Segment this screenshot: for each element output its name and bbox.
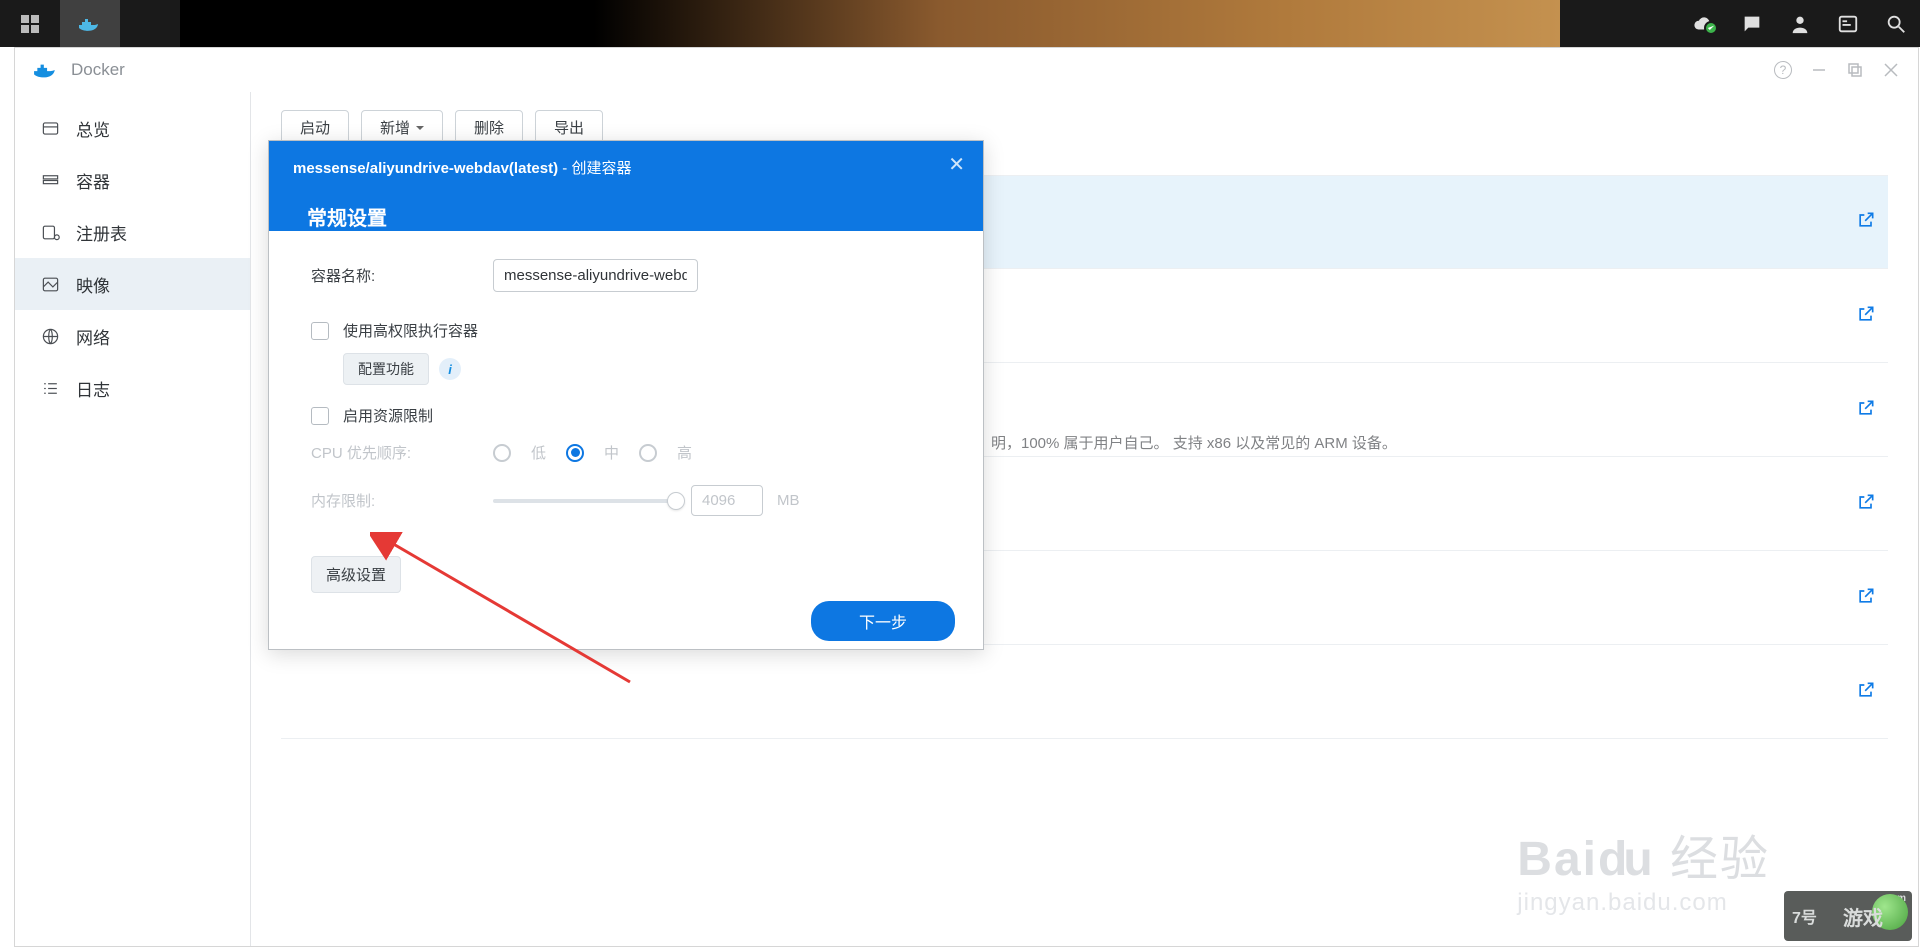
open-external-icon[interactable]: [1856, 680, 1876, 704]
game-watermark: .com 游戏 7号: [1784, 891, 1912, 941]
image-icon: [41, 275, 60, 294]
cpu-radio-mid: [566, 444, 584, 462]
cpu-priority-row: CPU 优先顺序: 低 中 高: [311, 442, 941, 463]
memory-limit-label: 内存限制:: [311, 490, 493, 511]
memory-value-input: [691, 485, 763, 516]
cpu-radio-group: 低 中 高: [493, 442, 692, 463]
sidebar-item-image[interactable]: 映像: [15, 258, 250, 310]
overview-icon: [41, 119, 60, 138]
network-icon: [41, 327, 60, 346]
container-icon: [41, 171, 60, 190]
create-container-dialog: messense/aliyundrive-webdav(latest) - 创建…: [268, 140, 984, 650]
dialog-title: 常规设置: [307, 202, 959, 231]
dialog-footer: 下一步: [269, 593, 983, 649]
window-controls: ?: [1774, 61, 1900, 79]
advanced-settings-wrap: 高级设置: [311, 556, 941, 593]
memory-slider: [493, 499, 677, 503]
sidebar-item-registry[interactable]: 注册表: [15, 206, 250, 258]
open-external-icon[interactable]: [1856, 398, 1876, 422]
next-button[interactable]: 下一步: [811, 601, 955, 641]
sidebar-item-label: 网络: [76, 324, 110, 349]
taskbar-search[interactable]: [1872, 0, 1920, 47]
whale-icon: [78, 15, 102, 33]
advanced-settings-button[interactable]: 高级设置: [311, 556, 401, 593]
privileged-checkbox[interactable]: [311, 322, 329, 340]
memory-slider-wrap: MB: [493, 485, 800, 516]
close-button[interactable]: [1882, 61, 1900, 79]
desktop-background-strip: [180, 0, 1560, 47]
chat-icon: [1741, 13, 1763, 35]
open-external-icon[interactable]: [1856, 492, 1876, 516]
taskbar-widgets[interactable]: [1824, 0, 1872, 47]
app-titlebar: Docker ?: [15, 48, 1918, 92]
breadcrumb-action: 创建容器: [571, 160, 631, 177]
taskbar-left: [0, 0, 120, 47]
configure-caps-row: 配置功能 i: [343, 353, 941, 385]
docker-logo-icon: [33, 60, 59, 80]
dialog-close-button[interactable]: ✕: [948, 155, 965, 175]
taskbar-right: [1680, 0, 1920, 47]
dialog-header: messense/aliyundrive-webdav(latest) - 创建…: [269, 141, 983, 231]
open-external-icon[interactable]: [1856, 210, 1876, 234]
taskbar-app-launcher[interactable]: [0, 0, 60, 47]
taskbar-user[interactable]: [1776, 0, 1824, 47]
sidebar-item-label: 日志: [76, 376, 110, 401]
privileged-row: 使用高权限执行容器: [311, 320, 941, 341]
list-item[interactable]: [281, 645, 1888, 739]
minimize-button[interactable]: [1810, 61, 1828, 79]
configure-caps-button[interactable]: 配置功能: [343, 353, 429, 385]
sidebar-item-container[interactable]: 容器: [15, 154, 250, 206]
resource-limit-label: 启用资源限制: [343, 405, 433, 426]
taskbar-docker-tab[interactable]: [60, 0, 120, 47]
help-button[interactable]: ?: [1774, 61, 1792, 79]
resource-limit-row: 启用资源限制: [311, 405, 941, 426]
check-badge-icon: [1704, 21, 1718, 35]
sidebar-item-overview[interactable]: 总览: [15, 102, 250, 154]
taskbar-cloud-status[interactable]: [1680, 0, 1728, 47]
registry-icon: [41, 223, 60, 242]
memory-unit: MB: [777, 492, 800, 509]
cpu-priority-label: CPU 优先顺序:: [311, 442, 493, 463]
image-description-fragment: 明，100% 属于用户自己。 支持 x86 以及常见的 ARM 设备。: [991, 432, 1397, 453]
cpu-radio-low: [493, 444, 511, 462]
log-icon: [41, 379, 60, 398]
slider-thumb-icon: [667, 492, 685, 510]
search-icon: [1885, 13, 1907, 35]
info-icon[interactable]: i: [439, 358, 461, 380]
dialog-body: 容器名称: 使用高权限执行容器 配置功能 i 启用资源限制 CPU 优先顺序: …: [269, 231, 983, 593]
container-name-label: 容器名称:: [311, 265, 493, 286]
privileged-label: 使用高权限执行容器: [343, 320, 478, 341]
sidebar-item-label: 映像: [76, 272, 110, 297]
sidebar-item-label: 总览: [76, 116, 110, 141]
app-title: Docker: [71, 60, 125, 80]
open-external-icon[interactable]: [1856, 586, 1876, 610]
maximize-button[interactable]: [1846, 61, 1864, 79]
breadcrumb-image: messense/aliyundrive-webdav(latest): [293, 160, 558, 177]
panel-icon: [1837, 13, 1859, 35]
sidebar-item-log[interactable]: 日志: [15, 362, 250, 414]
sidebar: 总览 容器 注册表 映像 网络 日志: [15, 92, 251, 946]
sidebar-item-label: 容器: [76, 168, 110, 193]
baidu-watermark: Baidu Baidu 经验经验 jingyan.baidu.com: [1517, 819, 1770, 917]
user-icon: [1789, 13, 1811, 35]
dsm-taskbar: [0, 0, 1920, 47]
grid-icon: [21, 15, 39, 33]
sidebar-item-network[interactable]: 网络: [15, 310, 250, 362]
open-external-icon[interactable]: [1856, 304, 1876, 328]
cpu-radio-high: [639, 444, 657, 462]
resource-limit-checkbox[interactable]: [311, 407, 329, 425]
taskbar-chat[interactable]: [1728, 0, 1776, 47]
container-name-input[interactable]: [493, 259, 698, 292]
sidebar-item-label: 注册表: [76, 220, 127, 245]
dialog-breadcrumb: messense/aliyundrive-webdav(latest) - 创建…: [293, 157, 959, 178]
container-name-row: 容器名称:: [311, 259, 941, 292]
memory-limit-row: 内存限制: MB: [311, 485, 941, 516]
